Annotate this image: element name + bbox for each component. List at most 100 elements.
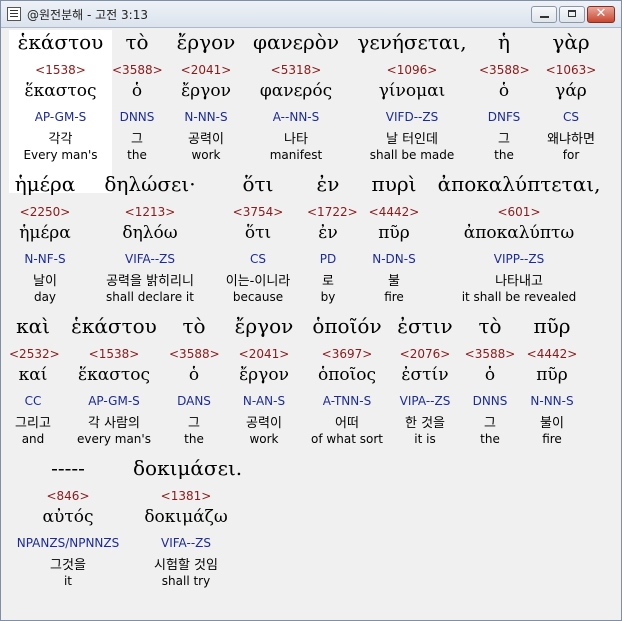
app-window: @원전분해 - 고전 3:13 ✕ ἑκάστου <1538> ἕκαστος… [0,0,622,621]
word-block[interactable]: ὅτι <3754> ὅτι CS 이는-이니라 because [213,170,303,308]
strong-number: <2250> [19,205,71,219]
strong-number: <3588> [112,63,163,77]
strong-number: <3588> [169,347,220,361]
word-block[interactable]: γενήσεται, <1096> γίνομαι VIFD--ZS 날 터인데… [349,28,475,166]
english-gloss: fire [542,432,562,446]
word-block[interactable]: καὶ <2532> καί CC 그리고 and [9,312,60,450]
english-gloss: the [480,432,500,446]
word-block[interactable]: ἡ <3588> ὁ DNFS 그 the [479,28,530,166]
korean-gloss: 각 사람의 [88,416,140,431]
minimize-button[interactable] [531,6,557,23]
lemma: αὐτός [42,507,94,527]
lemma: ἔργον [239,365,289,385]
parsing-code: VIPA--ZS [399,394,451,408]
english-gloss: by [320,290,336,304]
english-gloss: it [63,574,73,588]
word-block[interactable]: ἀποκαλύπτεται, <601> ἀποκαλύπτω VIPP--ZS… [433,170,605,308]
word-block[interactable]: δηλώσει· <1213> δηλόω VIFA--ZS 공력을 밝히리니 … [91,170,209,308]
word-block[interactable]: πῦρ <4442> πῦρ N-NN-S 불이 fire [523,312,581,450]
english-gloss: shall declare it [106,290,194,304]
english-gloss: every man's [77,432,151,446]
lemma: δοκιμάζω [144,507,228,527]
word-block[interactable]: ἐν <1722> ἐν PD 로 by [307,170,358,308]
korean-gloss: 그 [188,416,200,431]
korean-gloss: 그 [131,132,143,147]
english-gloss: manifest [269,148,323,162]
english-gloss: Every man's [23,148,98,162]
strong-number: <3588> [464,347,516,361]
word-block[interactable]: ἑκάστου <1538> ἕκαστος AP-GM-S 각 사람의 eve… [65,312,163,450]
word-block[interactable]: ἐστιν <2076> ἐστίν VIPA--ZS 한 것을 it is [393,312,457,450]
close-icon: ✕ [595,6,607,21]
parsing-code: VIPP--ZS [493,252,545,266]
english-gloss: because [232,290,284,304]
greek-word: ἀποκαλύπτεται, [437,172,601,196]
greek-word: ----- [51,456,85,480]
strong-number: <1063> [545,63,597,77]
korean-gloss: 불 [388,274,400,289]
word-block[interactable]: ἡμέρα <2250> ἡμέρα N-NF-S 날이 day [9,170,81,308]
word-block[interactable]: πυρὶ <4442> πῦρ N-DN-S 불 fire [359,170,429,308]
word-block[interactable]: φανερὸν <5318> φανερός A--NN-S 나타 manife… [247,28,345,166]
maximize-button[interactable] [559,6,585,23]
parsing-code: DNNS [119,110,155,124]
korean-gloss: 이는-이니라 [225,274,291,289]
lemma: ἕκαστος [24,81,97,101]
word-block[interactable]: τὸ <3588> ὁ DANS 그 the [169,312,220,450]
title-bar[interactable]: @원전분해 - 고전 3:13 ✕ [1,1,621,28]
interlinear-content: ἑκάστου <1538> ἕκαστος AP-GM-S 각각 Every … [5,28,617,616]
word-block[interactable]: γὰρ <1063> γάρ CS 왜냐하면 for [535,28,607,166]
english-gloss: work [191,148,221,162]
greek-word: δοκιμάσει. [133,456,243,480]
lemma: ὁ [131,81,143,101]
word-block[interactable]: τὸ <3588> ὁ DNNS 그 the [112,28,163,166]
english-gloss: for [562,148,580,162]
greek-word: ἑκάστου [17,30,104,54]
lemma: γάρ [555,81,587,101]
lemma: ἀποκαλύπτω [463,223,575,243]
word-block[interactable]: ----- <846> αὐτός NPANZS/NPNNZS 그것을 it [9,454,127,592]
strong-number: <1213> [124,205,176,219]
word-block[interactable]: ἑκάστου <1538> ἕκαστος AP-GM-S 각각 Every … [9,28,112,166]
english-gloss: the [494,148,514,162]
english-gloss: fire [384,290,404,304]
parsing-code: A-TNN-S [322,394,372,408]
word-block[interactable]: ἔργον <2041> ἔργον N-NN-S 공력이 work [167,28,245,166]
strong-number: <1538> [88,347,140,361]
close-button[interactable]: ✕ [587,6,615,23]
parsing-code: VIFA--ZS [161,536,211,550]
greek-word: ἡμέρα [14,172,76,196]
parsing-code: CC [24,394,42,408]
lemma: φανερός [259,81,333,101]
strong-number: <3588> [479,63,530,77]
english-gloss: it is [414,432,436,446]
greek-word: ὁποῖόν [312,314,382,338]
greek-word: ἐστιν [397,314,453,338]
korean-gloss: 각각 [48,132,73,147]
korean-gloss: 공력을 밝히리니 [106,274,194,289]
parsing-code: N-AN-S [242,394,286,408]
parsing-code: AP-GM-S [88,394,140,408]
parsing-code: N-NN-S [530,394,574,408]
word-block[interactable]: δοκιμάσει. <1381> δοκιμάζω VIFA--ZS 시험할 … [133,454,243,592]
strong-number: <3754> [232,205,284,219]
lemma: ὅτι [244,223,272,243]
greek-word: γενήσεται, [357,30,467,54]
parsing-code: CS [250,252,266,266]
korean-gloss: 그 [484,416,496,431]
korean-gloss: 공력이 [188,132,224,147]
document-icon [7,7,21,21]
strong-number: <1722> [307,205,358,219]
greek-word: ἔργον [234,314,294,338]
lemma: καί [18,365,48,385]
word-block[interactable]: ὁποῖόν <3697> ὁποῖος A-TNN-S 어떠 of what … [309,312,385,450]
greek-word: πῦρ [533,314,571,338]
strong-number: <2041> [180,63,232,77]
lemma: ὁ [498,81,510,101]
word-block[interactable]: ἔργον <2041> ἔργον N-AN-S 공력이 work [225,312,303,450]
parsing-code: N-DN-S [372,252,416,266]
greek-word: τὸ [182,314,206,338]
lemma: ἕκαστος [78,365,150,385]
verse-line-3: καὶ <2532> καί CC 그리고 and ἑκάστου <1538>… [9,312,613,450]
word-block[interactable]: τὸ <3588> ὁ DNNS 그 the [463,312,517,450]
